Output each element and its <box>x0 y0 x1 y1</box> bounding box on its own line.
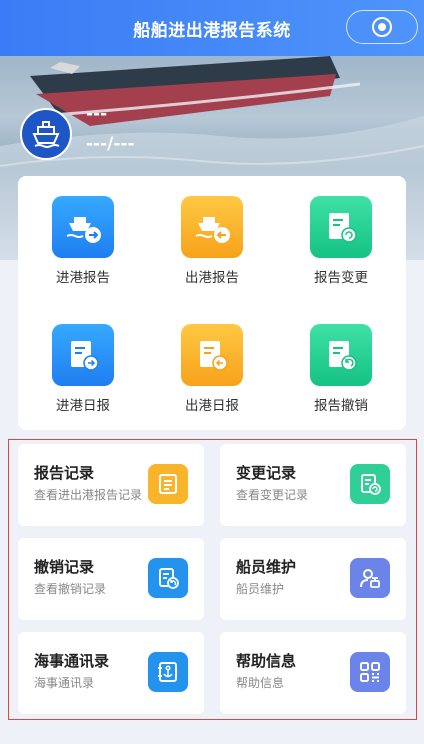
tile-help-info[interactable]: 帮助信息 帮助信息 <box>220 632 406 714</box>
change-record-icon <box>350 464 390 504</box>
anchor-contacts-icon <box>148 652 188 692</box>
grid-label: 出港日报 <box>185 398 239 414</box>
tile-desc: 查看撤销记录 <box>34 582 107 596</box>
tile-title: 撤销记录 <box>34 558 95 576</box>
tile-maritime-contacts[interactable]: 海事通讯录 海事通讯录 <box>18 632 204 714</box>
tile-desc: 查看变更记录 <box>236 488 309 502</box>
daily-arrival-icon <box>52 324 114 386</box>
vessel-sub: ---/--- <box>86 134 135 154</box>
quick-actions-card: 进港报告 出港报告 报告变更 进港日报 出港日报 报告撤销 <box>18 176 406 430</box>
grid-label: 报告撤销 <box>314 398 368 414</box>
cancel-record-icon <box>148 558 188 598</box>
help-grid-icon <box>350 652 390 692</box>
grid-item-report-change[interactable]: 报告变更 <box>286 196 396 286</box>
grid-item-daily-arrival[interactable]: 进港日报 <box>28 324 138 414</box>
page-title: 船舶进出港报告系统 <box>133 20 291 41</box>
report-change-icon <box>310 196 372 258</box>
daily-departure-icon <box>181 324 243 386</box>
grid-label: 出港报告 <box>185 270 239 286</box>
tile-title: 变更记录 <box>236 464 297 482</box>
grid-label: 进港日报 <box>56 398 110 414</box>
tile-title: 帮助信息 <box>236 652 297 670</box>
ship-avatar-icon <box>20 108 72 160</box>
app-header: 船舶进出港报告系统 <box>0 0 424 56</box>
tile-title: 报告记录 <box>34 464 95 482</box>
grid-item-departure-report[interactable]: 出港报告 <box>157 196 267 286</box>
tile-report-records[interactable]: 报告记录 查看进出港报告记录 <box>18 444 204 526</box>
tile-desc: 帮助信息 <box>236 676 285 690</box>
grid-item-daily-departure[interactable]: 出港日报 <box>157 324 267 414</box>
grid-label: 报告变更 <box>314 270 368 286</box>
tile-desc: 查看进出港报告记录 <box>34 488 143 502</box>
ship-departure-icon <box>181 196 243 258</box>
tile-desc: 海事通讯录 <box>34 676 95 690</box>
document-icon <box>148 464 188 504</box>
record-capsule-button[interactable] <box>346 10 418 44</box>
vessel-name: --- <box>86 104 108 124</box>
ship-arrival-icon <box>52 196 114 258</box>
crew-icon <box>350 558 390 598</box>
report-cancel-icon <box>310 324 372 386</box>
tile-desc: 船员维护 <box>236 582 285 596</box>
record-icon <box>372 17 392 37</box>
grid-item-arrival-report[interactable]: 进港报告 <box>28 196 138 286</box>
tile-title: 海事通讯录 <box>34 652 110 670</box>
tile-cancel-records[interactable]: 撤销记录 查看撤销记录 <box>18 538 204 620</box>
tile-change-records[interactable]: 变更记录 查看变更记录 <box>220 444 406 526</box>
grid-item-report-cancel[interactable]: 报告撤销 <box>286 324 396 414</box>
tile-title: 船员维护 <box>236 558 297 576</box>
tile-crew-maintenance[interactable]: 船员维护 船员维护 <box>220 538 406 620</box>
grid-label: 进港报告 <box>56 270 110 286</box>
